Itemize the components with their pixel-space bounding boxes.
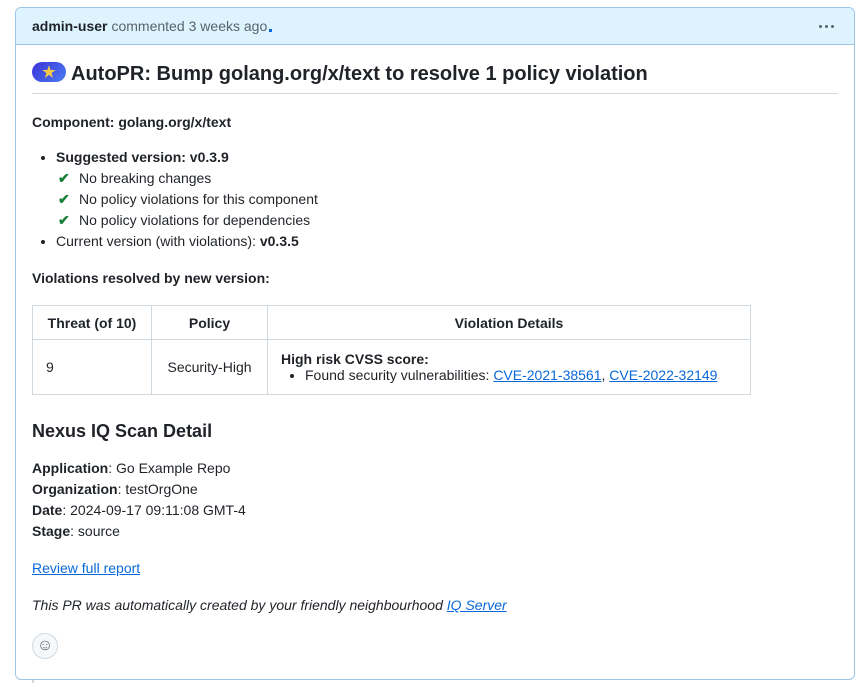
organization-line: Organization: testOrgOne — [32, 479, 838, 500]
column-header-details: Violation Details — [267, 305, 751, 340]
organization-value: : testOrgOne — [117, 481, 198, 497]
date-label: Date — [32, 502, 63, 518]
date-line: Date: 2024-09-17 09:11:08 GMT-4 — [32, 500, 838, 521]
application-value: : Go Example Repo — [108, 460, 231, 476]
footer-text: This PR was automatically created by you… — [32, 597, 447, 613]
scan-details: Application: Go Example Repo Organizatio… — [32, 458, 838, 542]
page-title: ★ AutoPR: Bump golang.org/x/text to reso… — [32, 62, 838, 94]
column-header-policy: Policy — [151, 305, 268, 340]
add-reaction-button[interactable]: ☺ — [32, 633, 58, 659]
cve-link-2[interactable]: CVE-2022-32149 — [609, 367, 717, 383]
current-version-item: Current version (with violations): v0.3.… — [56, 231, 838, 252]
date-value: : 2024-09-17 09:11:08 GMT-4 — [62, 502, 246, 518]
details-cell: High risk CVSS score: Found security vul… — [267, 339, 751, 395]
suggested-version-item: Suggested version: v0.3.9 ✔ No breaking c… — [56, 147, 838, 231]
comment-timestamp[interactable]: 3 weeks ago — [189, 18, 268, 34]
check-icon: ✔ — [58, 170, 70, 186]
check-icon: ✔ — [58, 212, 70, 228]
organization-label: Organization — [32, 481, 118, 497]
table-row: 9 Security-High High risk CVSS score: Fo… — [32, 339, 751, 395]
kebab-menu-icon[interactable] — [815, 21, 838, 32]
policy-cell: Security-High — [151, 339, 268, 395]
suggested-version-label: Suggested version: v0.3.9 — [56, 149, 229, 165]
cve-link-1[interactable]: CVE-2021-38561 — [493, 367, 601, 383]
stage-value: : source — [70, 523, 120, 539]
check-list: ✔ No breaking changes ✔ No policy violatio… — [56, 168, 838, 231]
comment-header: admin-user commented 3 weeks ago — [16, 8, 854, 45]
footer-note: This PR was automatically created by you… — [32, 595, 838, 616]
current-version-label: Current version (with violations): — [56, 233, 260, 249]
check-text: No policy violations for this component — [79, 191, 318, 207]
edit-indicator — [269, 28, 273, 32]
column-header-threat: Threat (of 10) — [32, 305, 152, 340]
check-item: ✔ No policy violations for this component — [58, 189, 838, 210]
table-header-row: Threat (of 10) Policy Violation Details — [32, 305, 751, 340]
review-line: Review full report — [32, 558, 838, 579]
star-icon: ★ — [32, 62, 66, 82]
check-text: No breaking changes — [79, 170, 212, 186]
comment-card: admin-user commented 3 weeks ago ★ AutoP… — [15, 7, 855, 680]
iq-server-link[interactable]: IQ Server — [447, 597, 507, 613]
component-line: Component: golang.org/x/text — [32, 114, 232, 130]
details-title: High risk CVSS score: — [281, 351, 429, 367]
comment-body: ★ AutoPR: Bump golang.org/x/text to reso… — [16, 62, 854, 659]
comment-action: commented — [111, 18, 185, 34]
resolved-heading: Violations resolved by new version: — [32, 270, 270, 286]
check-item: ✔ No breaking changes — [58, 168, 838, 189]
smiley-icon: ☺ — [36, 637, 54, 654]
details-item: Found security vulnerabilities: CVE-2021… — [305, 367, 737, 383]
scan-heading: Nexus IQ Scan Detail — [32, 421, 213, 441]
check-item: ✔ No policy violations for dependencies — [58, 210, 838, 231]
stage-label: Stage — [32, 523, 71, 539]
check-text: No policy violations for dependencies — [79, 212, 311, 228]
current-version-value: v0.3.5 — [259, 233, 299, 249]
check-icon: ✔ — [58, 191, 70, 207]
details-list: Found security vulnerabilities: CVE-2021… — [281, 367, 737, 383]
application-line: Application: Go Example Repo — [32, 458, 838, 479]
author-link[interactable]: admin-user — [32, 18, 107, 34]
details-prefix: Found security vulnerabilities: — [305, 367, 494, 383]
application-label: Application — [32, 460, 109, 476]
review-report-link[interactable]: Review full report — [32, 560, 140, 576]
title-text: AutoPR: Bump golang.org/x/text to resolv… — [71, 63, 648, 85]
stage-line: Stage: source — [32, 521, 838, 542]
version-list: Suggested version: v0.3.9 ✔ No breaking c… — [32, 147, 838, 252]
threat-cell: 9 — [32, 339, 152, 395]
violations-table: Threat (of 10) Policy Violation Details … — [32, 305, 751, 395]
